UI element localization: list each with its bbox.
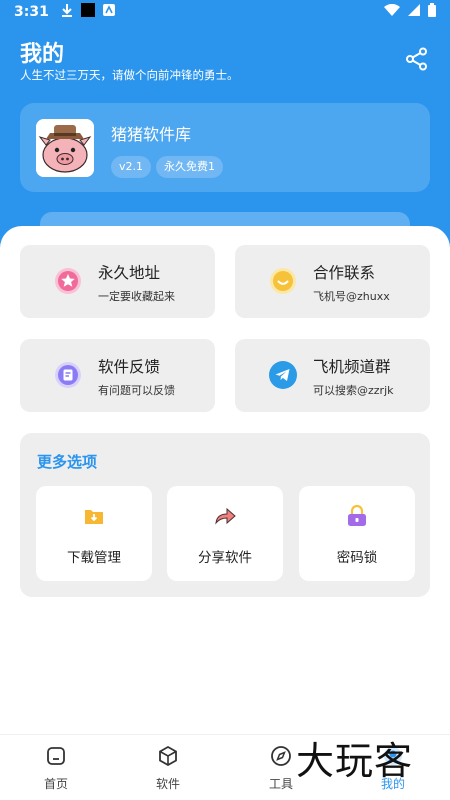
tile-title: 永久地址 — [98, 264, 161, 282]
option-label: 下载管理 — [67, 550, 121, 566]
share-arrow-icon — [213, 504, 237, 528]
app-notification-icon — [102, 4, 115, 20]
share-button[interactable] — [404, 46, 430, 72]
tile-contact[interactable]: 合作联系 飞机号@zhuxx — [235, 245, 430, 318]
page-subtitle: 人生不过三万天，请做个向前冲锋的勇士。 — [20, 68, 239, 82]
nav-item-software[interactable]: 软件 — [138, 745, 198, 792]
more-options-title: 更多选项 — [37, 453, 98, 471]
more-options-panel: 更多选项 下载管理 分享软件 密码锁 — [20, 433, 430, 597]
status-bar: 3:31 — [0, 0, 450, 24]
star-icon — [54, 267, 82, 295]
home-icon — [45, 745, 67, 767]
signal-icon — [408, 4, 420, 20]
option-label: 密码锁 — [336, 550, 378, 566]
tile-title: 飞机频道群 — [313, 358, 391, 376]
tile-feedback[interactable]: 软件反馈 有问题可以反馈 — [20, 339, 215, 412]
nav-label: 软件 — [155, 777, 180, 791]
download-folder-icon — [82, 504, 106, 528]
telegram-icon — [269, 361, 297, 389]
option-download-manager[interactable]: 下载管理 — [36, 486, 152, 581]
pig-logo-icon — [36, 119, 94, 177]
compass-icon — [270, 745, 292, 767]
tile-telegram-channel[interactable]: 飞机频道群 可以搜索@zzrjk — [235, 339, 430, 412]
app-info-card[interactable]: 猪猪软件库 v2.1 永久免费1 — [20, 103, 430, 192]
box-icon — [157, 745, 179, 767]
nav-label: 首页 — [43, 777, 68, 791]
option-label: 分享软件 — [198, 550, 252, 566]
tile-subtitle: 有问题可以反馈 — [98, 384, 175, 397]
page-title: 我的 — [20, 42, 65, 67]
tile-title: 合作联系 — [313, 264, 376, 282]
tile-permanent-address[interactable]: 永久地址 一定要收藏起来 — [20, 245, 215, 318]
battery-icon — [428, 3, 436, 21]
option-share-app[interactable]: 分享软件 — [167, 486, 283, 581]
wifi-icon — [384, 3, 400, 20]
app-name: 猪猪软件库 — [111, 125, 192, 144]
smile-icon — [269, 267, 297, 295]
free-badge: 永久免费1 — [156, 156, 223, 178]
share-icon — [404, 47, 430, 76]
tile-subtitle: 一定要收藏起来 — [98, 290, 175, 303]
tile-subtitle: 可以搜索@zzrjk — [313, 384, 394, 397]
download-status-icon — [61, 3, 73, 21]
version-badge: v2.1 — [111, 156, 152, 178]
feedback-icon — [54, 361, 82, 389]
tile-subtitle: 飞机号@zhuxx — [313, 290, 390, 303]
option-password-lock[interactable]: 密码锁 — [299, 486, 415, 581]
tile-title: 软件反馈 — [98, 358, 161, 376]
status-time: 3:31 — [14, 4, 49, 20]
lock-icon — [345, 504, 369, 528]
nav-item-home[interactable]: 首页 — [26, 745, 86, 792]
black-square-icon — [80, 3, 95, 21]
watermark-logo: 大玩客 — [296, 739, 414, 783]
